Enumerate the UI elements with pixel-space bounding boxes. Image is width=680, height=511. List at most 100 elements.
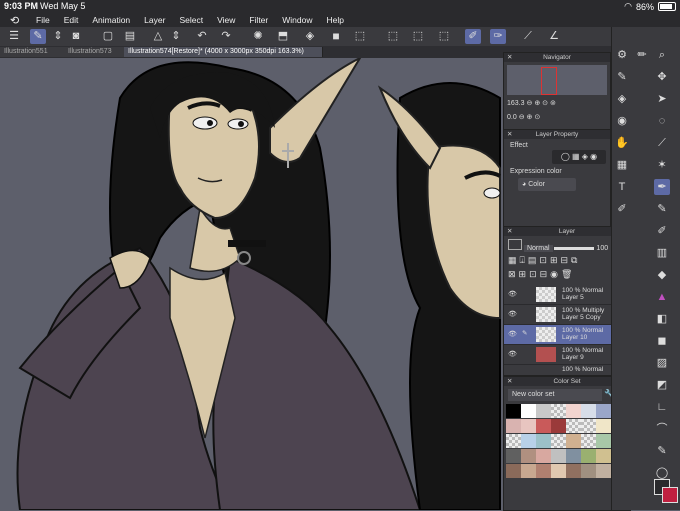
ruler-tool-icon[interactable]: ∟ <box>654 399 670 415</box>
close-icon[interactable]: ✕ <box>507 130 512 139</box>
color-swatch[interactable] <box>581 464 596 478</box>
eye-icon[interactable]: 👁 <box>508 290 517 298</box>
fit-icon[interactable]: ⊙ <box>542 100 548 107</box>
zoom-in-icon[interactable]: ⊕ <box>534 100 540 107</box>
color-set-select[interactable]: New color set <box>508 389 602 401</box>
menu-help[interactable]: Help <box>326 15 343 25</box>
operation-icon[interactable]: ➤ <box>654 91 670 107</box>
color-swatch[interactable] <box>536 464 551 478</box>
menu-select[interactable]: Select <box>179 15 203 25</box>
eyedropper-icon[interactable]: ⟋ <box>654 135 670 151</box>
pen-tool-icon[interactable]: ✒ <box>654 179 670 195</box>
airbrush-icon[interactable]: ▥ <box>654 245 670 261</box>
pencil-icon[interactable]: ✏ <box>634 47 650 63</box>
rotate-right-icon[interactable]: ⊕ <box>527 114 533 121</box>
snap-icon[interactable]: △ <box>150 29 166 44</box>
layer-row[interactable]: 👁 100 % Normal Layer 5 <box>504 285 622 305</box>
color-swatch[interactable] <box>596 404 611 418</box>
tab-illustration573[interactable]: Illustration573 <box>64 47 127 57</box>
blend-tool-icon[interactable]: ◧ <box>654 311 670 327</box>
text-icon[interactable]: T <box>614 179 630 195</box>
color-swatch[interactable] <box>566 419 581 433</box>
color-swatch[interactable] <box>551 449 566 463</box>
rotate-left-icon[interactable]: ⊖ <box>519 114 525 121</box>
pen-mode-icon[interactable]: ✐ <box>465 29 481 44</box>
zoom-out-icon[interactable]: ⊖ <box>526 100 532 107</box>
menu-filter[interactable]: Filter <box>249 15 268 25</box>
color-swatch[interactable] <box>521 404 536 418</box>
transform-icon[interactable]: ⬚ <box>352 29 368 44</box>
menu-view[interactable]: View <box>217 15 235 25</box>
close-icon[interactable]: ✕ <box>507 53 512 62</box>
brush-tool-icon[interactable]: ✐ <box>654 223 670 239</box>
opacity-slider[interactable] <box>554 246 595 250</box>
frame-icon[interactable]: ⌒ <box>654 421 670 437</box>
hamburger-menu-icon[interactable]: ☰ <box>6 29 22 44</box>
clear-icon[interactable]: ⬒ <box>275 29 291 44</box>
expression-color-select[interactable]: ◕ Color <box>518 178 576 191</box>
color-swatch[interactable] <box>536 449 551 463</box>
lasso-icon[interactable]: ◌ <box>654 113 670 129</box>
sparkle-icon[interactable]: ✶ <box>654 157 670 173</box>
color-swatch[interactable] <box>521 434 536 448</box>
redo-icon[interactable]: ↷ <box>218 29 234 44</box>
stabilize-icon[interactable]: ✑ <box>490 29 506 44</box>
eraser-icon[interactable]: ◆ <box>654 267 670 283</box>
hand-icon[interactable]: ✋ <box>614 135 630 151</box>
color-swatch[interactable] <box>596 434 611 448</box>
sub-color-swatch[interactable] <box>662 487 678 503</box>
color-swatch[interactable] <box>581 434 596 448</box>
color-swatch[interactable] <box>506 449 521 463</box>
zoom-icon[interactable]: ⌕ <box>654 47 670 63</box>
layer-row-selected[interactable]: 👁 ✎ 100 % Normal Layer 10 <box>504 325 622 345</box>
color-swatch[interactable] <box>551 434 566 448</box>
save-icon[interactable]: ▤ <box>122 29 138 44</box>
color-swatch[interactable] <box>536 419 551 433</box>
color-swatch[interactable] <box>506 464 521 478</box>
close-icon[interactable]: ✕ <box>507 227 512 236</box>
layer-row[interactable]: 👁 100 % Normal Layer 9 <box>504 345 622 365</box>
new-file-icon[interactable]: ▢ <box>100 29 116 44</box>
gradient-icon[interactable]: ▦ <box>614 157 630 173</box>
color-swatch[interactable] <box>581 449 596 463</box>
color-swatch[interactable] <box>551 404 566 418</box>
layers-icon[interactable]: ◈ <box>614 91 630 107</box>
decoration-icon[interactable]: ▲ <box>654 289 670 305</box>
color-swatch[interactable] <box>596 449 611 463</box>
color-swatch[interactable] <box>566 434 581 448</box>
eye-icon[interactable]: 👁 <box>508 350 517 358</box>
menu-layer[interactable]: Layer <box>144 15 165 25</box>
layer-row[interactable]: 100 % Normal <box>504 365 622 373</box>
eye-icon[interactable]: 👁 <box>508 310 517 318</box>
close-icon[interactable]: ✕ <box>507 377 512 386</box>
layer-tools-row[interactable]: ▦⍗▤⊡⊞⊟⧉ <box>508 255 580 266</box>
layer-color-icon[interactable] <box>508 239 522 250</box>
menu-window[interactable]: Window <box>282 15 312 25</box>
invert-icon[interactable]: ⬚ <box>436 29 452 44</box>
ruler-icon[interactable]: ∠ <box>546 29 562 44</box>
selection-icon[interactable]: ⬚ <box>385 29 401 44</box>
reset-zoom-icon[interactable]: ⊚ <box>550 100 556 107</box>
opacity-value[interactable]: 100 <box>596 245 608 252</box>
brush-icon[interactable]: ⟋ <box>520 29 536 44</box>
menu-file[interactable]: File <box>36 15 50 25</box>
tab-illustration574[interactable]: Illustration574[Restore]* (4000 x 3000px… <box>124 47 323 57</box>
navigator-preview[interactable] <box>507 65 607 95</box>
loading-icon[interactable]: ✺ <box>250 29 266 44</box>
blend-mode-select[interactable]: Normal <box>523 245 553 252</box>
flip-icon[interactable]: ⊙ <box>534 114 540 121</box>
stroke-settings-icon[interactable]: ⇕ <box>168 29 184 44</box>
layer-tools-row-2[interactable]: ⊠⊞⊡⊟◉🗑 <box>508 269 575 280</box>
material-icon[interactable]: ◙ <box>68 29 84 44</box>
color-swatch[interactable] <box>566 404 581 418</box>
gradient-tool-icon[interactable]: ▨ <box>654 355 670 371</box>
brush-icon[interactable]: ✐ <box>614 201 630 217</box>
pencil-tool-icon[interactable]: ✎ <box>654 201 670 217</box>
eye-icon[interactable]: 👁 <box>508 330 517 338</box>
color-swatch[interactable] <box>506 419 521 433</box>
color-swatch[interactable] <box>551 419 566 433</box>
undo-icon[interactable]: ↶ <box>194 29 210 44</box>
color-swatch[interactable] <box>596 419 611 433</box>
switch-arrows-icon[interactable]: ⇕ <box>50 29 66 44</box>
color-swatch[interactable] <box>566 449 581 463</box>
